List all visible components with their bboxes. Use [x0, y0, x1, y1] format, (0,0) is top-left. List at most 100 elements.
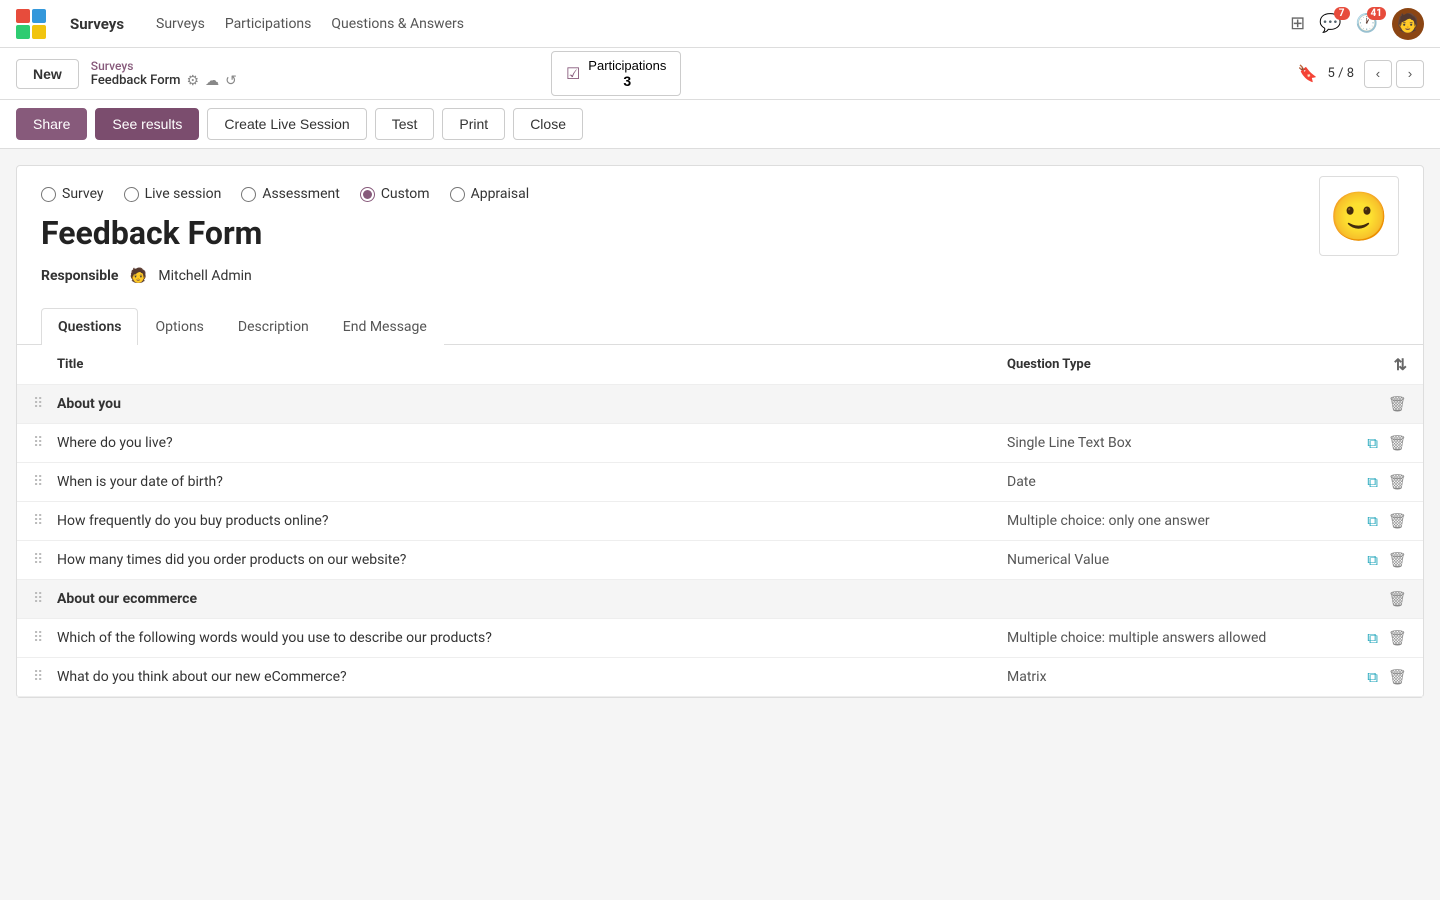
survey-type-group: Survey Live session Assessment Custom Ap… — [41, 186, 529, 202]
actions-col-header: ⇅ — [1327, 355, 1407, 374]
row-question-title: When is your date of birth? — [57, 474, 1007, 490]
survey-header: Survey Live session Assessment Custom Ap… — [17, 166, 1423, 304]
create-live-session-button[interactable]: Create Live Session — [207, 108, 366, 140]
participations-label: Participations — [588, 58, 666, 73]
refresh-icon[interactable]: ↺ — [225, 73, 237, 89]
delete-icon[interactable]: 🗑 — [1388, 668, 1407, 686]
row-type: Matrix — [1007, 669, 1327, 685]
grid-icon[interactable]: ⊞ — [1290, 13, 1305, 34]
drag-handle[interactable]: ⠿ — [33, 396, 57, 412]
row-actions: ⧉ 🗑 — [1327, 473, 1407, 491]
survey-emoji[interactable]: 🙂 — [1319, 176, 1399, 256]
settings-icon[interactable]: ⚙ — [187, 73, 200, 89]
see-results-button[interactable]: See results — [95, 108, 199, 140]
drag-handle[interactable]: ⠿ — [33, 630, 57, 646]
table-row: ⠿ How many times did you order products … — [17, 541, 1423, 580]
table-row: ⠿ About you 🗑 — [17, 385, 1423, 424]
row-actions: ⧉ 🗑 — [1327, 434, 1407, 452]
row-type: Date — [1007, 474, 1327, 490]
menu-surveys[interactable]: Surveys — [156, 16, 205, 32]
responsible-row: Responsible 🧑 Mitchell Admin — [41, 264, 529, 288]
nav-count: 5 / 8 — [1328, 66, 1354, 81]
type-assessment[interactable]: Assessment — [241, 186, 339, 202]
top-nav: Surveys Surveys Participations Questions… — [0, 0, 1440, 48]
table-row: ⠿ Which of the following words would you… — [17, 619, 1423, 658]
participations-info: Participations 3 — [588, 58, 666, 89]
drag-handle[interactable]: ⠿ — [33, 552, 57, 568]
breadcrumb: Surveys Feedback Form ⚙ ☁ ↺ — [91, 59, 237, 89]
chat-icon[interactable]: 💬 7 — [1319, 13, 1341, 34]
delete-icon[interactable]: 🗑 — [1388, 434, 1407, 452]
drag-handle[interactable]: ⠿ — [33, 474, 57, 490]
responsible-label: Responsible — [41, 268, 118, 284]
delete-icon[interactable]: 🗑 — [1388, 512, 1407, 530]
copy-icon[interactable]: ⧉ — [1367, 551, 1378, 569]
breadcrumb-current-text: Feedback Form — [91, 73, 181, 88]
delete-icon[interactable]: 🗑 — [1388, 590, 1407, 608]
new-button[interactable]: New — [16, 59, 79, 89]
copy-icon[interactable]: ⧉ — [1367, 512, 1378, 530]
type-live-session[interactable]: Live session — [124, 186, 222, 202]
responsible-avatar: 🧑 — [126, 264, 150, 288]
drag-handle[interactable]: ⠿ — [33, 435, 57, 451]
drag-handle[interactable]: ⠿ — [33, 513, 57, 529]
tab-questions[interactable]: Questions — [41, 308, 138, 345]
row-section-title: About you — [57, 396, 1007, 412]
share-button[interactable]: Share — [16, 108, 87, 140]
row-question-title: Which of the following words would you u… — [57, 630, 1007, 646]
participations-section: ☑ Participations 3 — [551, 51, 681, 96]
top-menu: Surveys Participations Questions & Answe… — [156, 16, 464, 32]
responsible-name: Mitchell Admin — [158, 268, 251, 284]
tab-options[interactable]: Options — [138, 308, 220, 345]
menu-participations[interactable]: Participations — [225, 16, 312, 32]
main-content: Survey Live session Assessment Custom Ap… — [16, 165, 1424, 698]
tab-description[interactable]: Description — [221, 308, 326, 345]
row-question-title: How many times did you order products on… — [57, 552, 1007, 568]
type-survey[interactable]: Survey — [41, 186, 104, 202]
type-appraisal[interactable]: Appraisal — [450, 186, 530, 202]
drag-handle[interactable]: ⠿ — [33, 591, 57, 607]
close-button[interactable]: Close — [513, 108, 583, 140]
survey-tabs: Questions Options Description End Messag… — [17, 308, 1423, 345]
upload-icon[interactable]: ☁ — [205, 73, 219, 89]
delete-icon[interactable]: 🗑 — [1388, 629, 1407, 647]
copy-icon[interactable]: ⧉ — [1367, 434, 1378, 452]
row-actions: 🗑 — [1327, 590, 1407, 608]
table-row: ⠿ About our ecommerce 🗑 — [17, 580, 1423, 619]
topnav-right: ⊞ 💬 7 🕐 41 🧑 — [1290, 8, 1424, 40]
table-row: ⠿ What do you think about our new eComme… — [17, 658, 1423, 697]
nav-next-button[interactable]: › — [1396, 60, 1424, 88]
user-avatar[interactable]: 🧑 — [1392, 8, 1424, 40]
row-type: Single Line Text Box — [1007, 435, 1327, 451]
row-actions: ⧉ 🗑 — [1327, 512, 1407, 530]
table-row: ⠿ When is your date of birth? Date ⧉ 🗑 — [17, 463, 1423, 502]
nav-prev-button[interactable]: ‹ — [1364, 60, 1392, 88]
clock-icon[interactable]: 🕐 41 — [1356, 13, 1378, 34]
participations-button[interactable]: ☑ Participations 3 — [551, 51, 681, 96]
row-type: Numerical Value — [1007, 552, 1327, 568]
copy-icon[interactable]: ⧉ — [1367, 629, 1378, 647]
delete-icon[interactable]: 🗑 — [1388, 395, 1407, 413]
sort-icon[interactable]: ⇅ — [1394, 355, 1407, 374]
breadcrumb-parent[interactable]: Surveys — [91, 59, 237, 73]
bookmark-icon[interactable]: 🔖 — [1298, 64, 1318, 83]
title-col-header: Title — [57, 357, 1007, 372]
tab-end-message[interactable]: End Message — [326, 308, 444, 345]
delete-icon[interactable]: 🗑 — [1388, 473, 1407, 491]
copy-icon[interactable]: ⧉ — [1367, 668, 1378, 686]
delete-icon[interactable]: 🗑 — [1388, 551, 1407, 569]
app-logo — [16, 9, 46, 39]
type-col-header: Question Type — [1007, 357, 1327, 372]
row-type: Multiple choice: only one answer — [1007, 513, 1327, 529]
row-type: Multiple choice: multiple answers allowe… — [1007, 630, 1327, 646]
copy-icon[interactable]: ⧉ — [1367, 473, 1378, 491]
menu-qa[interactable]: Questions & Answers — [331, 16, 464, 32]
print-button[interactable]: Print — [442, 108, 505, 140]
type-custom[interactable]: Custom — [360, 186, 430, 202]
test-button[interactable]: Test — [375, 108, 435, 140]
nav-arrows: ‹ › — [1364, 60, 1424, 88]
table-row: ⠿ Where do you live? Single Line Text Bo… — [17, 424, 1423, 463]
check-icon: ☑ — [566, 64, 580, 84]
drag-handle[interactable]: ⠿ — [33, 669, 57, 685]
clock-badge: 41 — [1367, 7, 1386, 20]
